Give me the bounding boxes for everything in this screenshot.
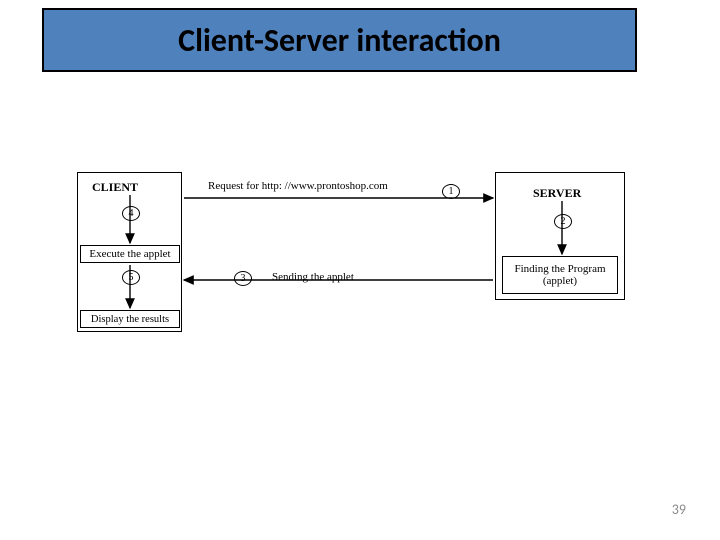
step-4-marker: 4 xyxy=(122,206,140,221)
finding-program-box: Finding the Program (applet) xyxy=(502,256,618,294)
client-title: CLIENT xyxy=(92,180,138,195)
step-3-marker: 3 xyxy=(234,271,252,286)
step-2-marker: 2 xyxy=(554,214,572,229)
request-label: Request for http: //www.prontoshop.com xyxy=(208,180,388,192)
execute-applet-box: Execute the applet xyxy=(80,245,180,263)
server-title: SERVER xyxy=(533,186,581,201)
step-5-marker: 5 xyxy=(122,270,140,285)
step-1-marker: 1 xyxy=(442,184,460,199)
sending-applet-label: Sending the applet xyxy=(272,271,354,283)
client-server-diagram: CLIENT SERVER Execute the applet Display… xyxy=(0,0,720,540)
display-results-box: Display the results xyxy=(80,310,180,328)
page-number: 39 xyxy=(672,501,686,518)
